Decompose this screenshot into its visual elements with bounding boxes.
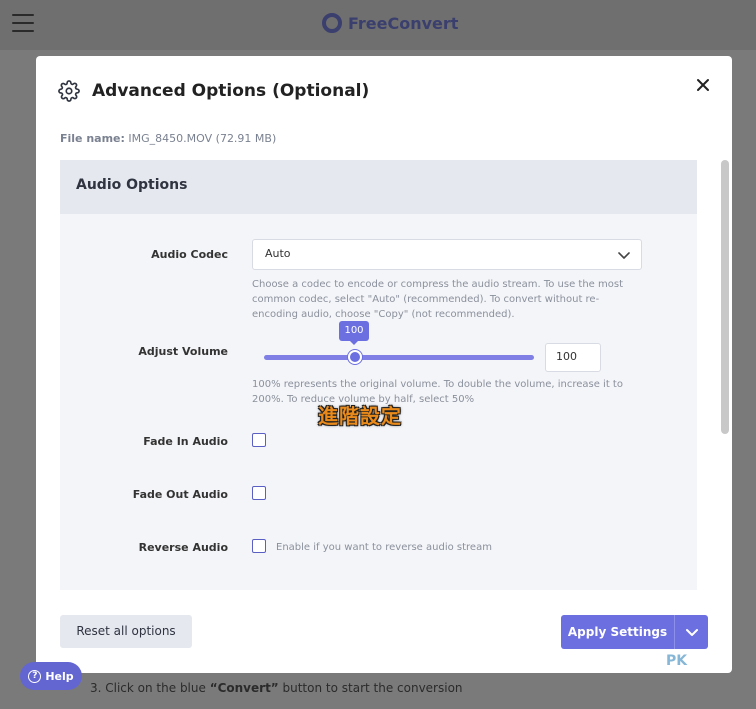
fade-out-checkbox[interactable] xyxy=(252,486,266,500)
volume-input[interactable]: 100 xyxy=(545,343,601,372)
apply-settings-group: Apply Settings xyxy=(561,615,708,649)
brand-name: FreeConvert xyxy=(348,13,459,33)
modal-title: Advanced Options (Optional) xyxy=(92,81,370,101)
audio-codec-value: Auto xyxy=(265,247,291,260)
brand-logo[interactable]: FreeConvert xyxy=(322,13,458,33)
reset-all-options-button[interactable]: Reset all options xyxy=(60,615,192,648)
modal-scrollbar[interactable] xyxy=(721,160,729,434)
adjust-volume-label: Adjust Volume xyxy=(138,345,228,358)
apply-settings-button[interactable]: Apply Settings xyxy=(561,615,674,649)
watermark: PK xyxy=(666,653,688,669)
hamburger-menu-icon[interactable] xyxy=(12,14,34,32)
reverse-audio-label: Reverse Audio xyxy=(138,541,228,554)
help-label: Help xyxy=(45,669,74,683)
modal-header: Advanced Options (Optional) xyxy=(58,80,369,102)
audio-options-header: Audio Options xyxy=(60,160,697,214)
logo-icon xyxy=(322,13,342,33)
close-icon[interactable] xyxy=(694,76,712,94)
volume-slider-value-bubble: 100 xyxy=(339,321,369,345)
overlay-caption: 進階設定 xyxy=(318,404,402,428)
help-icon: ? xyxy=(28,669,42,683)
audio-codec-select[interactable]: Auto xyxy=(252,239,642,270)
advanced-options-modal: Advanced Options (Optional) File name: I… xyxy=(36,56,732,673)
fade-in-checkbox[interactable] xyxy=(252,433,266,447)
audio-codec-hint: Choose a codec to encode or compress the… xyxy=(252,279,624,320)
conversion-step-text: 3. Click on the blue “Convert” button to… xyxy=(90,681,463,695)
gear-icon xyxy=(58,80,80,102)
audio-codec-label: Audio Codec xyxy=(151,248,228,261)
reverse-audio-hint: Enable if you want to reverse audio stre… xyxy=(276,542,492,553)
fade-out-label: Fade Out Audio xyxy=(132,488,228,501)
volume-slider-track[interactable] xyxy=(264,355,534,360)
help-button[interactable]: ? Help xyxy=(20,662,82,690)
file-name-value: IMG_8450.MOV (72.91 MB) xyxy=(128,132,277,145)
chevron-down-icon xyxy=(618,252,630,259)
adjust-volume-hint: 100% represents the original volume. To … xyxy=(252,379,623,405)
chevron-down-icon xyxy=(685,629,698,636)
fade-in-label: Fade In Audio xyxy=(143,435,228,448)
volume-slider-handle[interactable] xyxy=(348,350,362,364)
file-name-row: File name: IMG_8450.MOV (72.91 MB) xyxy=(60,132,276,145)
file-name-label: File name: xyxy=(60,132,125,145)
reverse-audio-checkbox[interactable] xyxy=(252,539,266,553)
apply-settings-dropdown[interactable] xyxy=(674,615,708,649)
site-header: FreeConvert xyxy=(0,0,756,50)
